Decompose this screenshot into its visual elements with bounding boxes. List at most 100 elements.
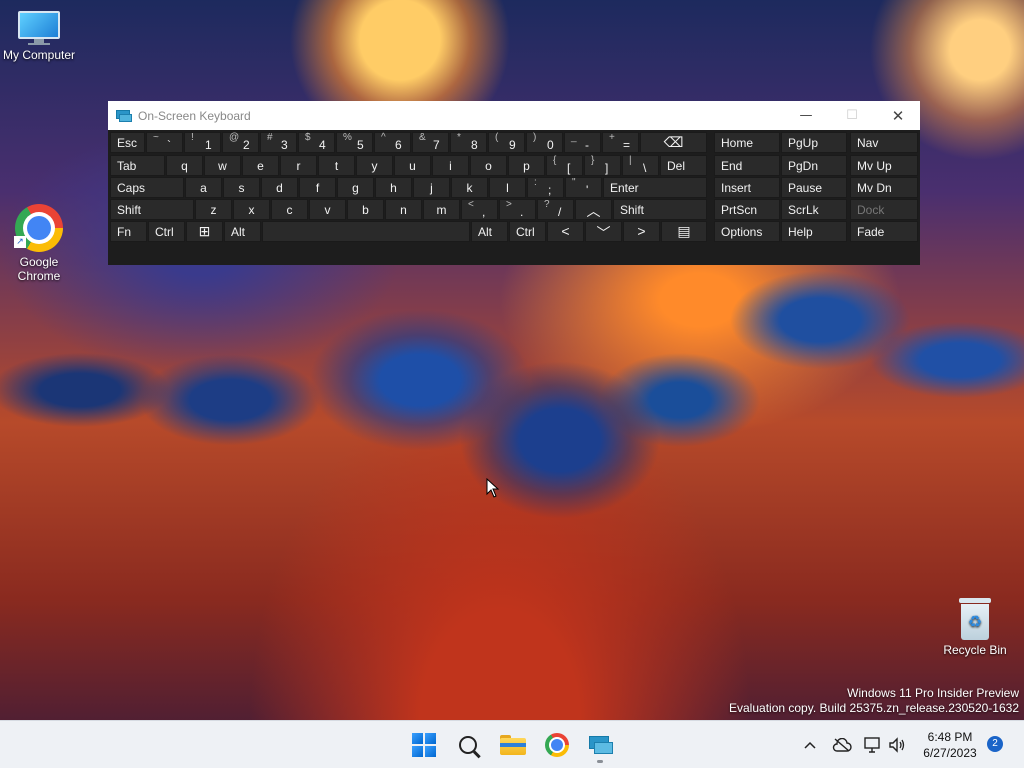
- key-pipe[interactable]: | \: [622, 155, 659, 176]
- key-down[interactable]: ﹀: [585, 221, 622, 242]
- key-ralt[interactable]: Alt: [471, 221, 508, 242]
- key-question[interactable]: ? /: [537, 199, 574, 220]
- key-e[interactable]: e: [242, 155, 279, 176]
- key-insert[interactable]: Insert: [714, 177, 780, 198]
- key-h[interactable]: h: [375, 177, 412, 198]
- key-rshift[interactable]: Shift: [613, 199, 707, 220]
- key-fade[interactable]: Fade: [850, 221, 918, 242]
- key-a[interactable]: a: [185, 177, 222, 198]
- key-pgdn[interactable]: PgDn: [781, 155, 847, 176]
- chrome-taskbar-button[interactable]: [540, 729, 574, 761]
- key-n5[interactable]: % 5: [336, 132, 373, 153]
- key-lt[interactable]: <,: [461, 199, 498, 220]
- key-caps[interactable]: Caps: [110, 177, 184, 198]
- key-enter[interactable]: Enter: [603, 177, 707, 198]
- key-b[interactable]: b: [347, 199, 384, 220]
- desktop-icon-google-chrome[interactable]: Google Chrome: [0, 204, 78, 283]
- key-t[interactable]: t: [318, 155, 355, 176]
- key-tilde[interactable]: ~ `: [146, 132, 183, 153]
- key-dock[interactable]: Dock: [850, 199, 918, 220]
- key-o[interactable]: o: [470, 155, 507, 176]
- key-help[interactable]: Help: [781, 221, 847, 242]
- key-lalt[interactable]: Alt: [224, 221, 261, 242]
- key-k[interactable]: k: [451, 177, 488, 198]
- notification-badge[interactable]: 2: [987, 736, 1003, 752]
- start-button[interactable]: [407, 729, 441, 761]
- key-n[interactable]: n: [385, 199, 422, 220]
- key-fn[interactable]: Fn: [110, 221, 147, 242]
- key-d[interactable]: d: [261, 177, 298, 198]
- key-lctrl[interactable]: Ctrl: [148, 221, 185, 242]
- key-p[interactable]: p: [508, 155, 545, 176]
- key-right[interactable]: >: [623, 221, 660, 242]
- key-pgup[interactable]: PgUp: [781, 132, 847, 153]
- key-pause[interactable]: Pause: [781, 177, 847, 198]
- key-home[interactable]: Home: [714, 132, 780, 153]
- key-n2[interactable]: @2: [222, 132, 259, 153]
- onedrive-status-button[interactable]: [830, 729, 854, 761]
- key-y[interactable]: y: [356, 155, 393, 176]
- key-colon[interactable]: :;: [527, 177, 564, 198]
- key-q[interactable]: q: [166, 155, 203, 176]
- on-screen-keyboard-window[interactable]: On-Screen Keyboard — ☐ ✕ Esc ~ `! 1 @2 #3 $4% 5…: [108, 101, 920, 265]
- desktop-icon-recycle-bin[interactable]: ♻ Recycle Bin: [936, 598, 1014, 657]
- key-lbrace[interactable]: {[: [546, 155, 583, 176]
- key-n8[interactable]: * 8: [450, 132, 487, 153]
- key-prtscn[interactable]: PrtScn: [714, 199, 780, 220]
- key-win[interactable]: ⊞: [186, 221, 223, 242]
- file-explorer-button[interactable]: [496, 729, 530, 761]
- maximize-button[interactable]: ☐: [829, 101, 875, 130]
- key-minus[interactable]: _ -: [564, 132, 601, 153]
- key-scrlk[interactable]: ScrLk: [781, 199, 847, 220]
- key-mvdn[interactable]: Mv Dn: [850, 177, 918, 198]
- key-n3[interactable]: #3: [260, 132, 297, 153]
- desktop-icon-my-computer[interactable]: My Computer: [0, 11, 78, 62]
- key-l[interactable]: l: [489, 177, 526, 198]
- key-lshift[interactable]: Shift: [110, 199, 194, 220]
- key-end[interactable]: End: [714, 155, 780, 176]
- close-button[interactable]: ✕: [875, 101, 921, 130]
- key-j[interactable]: j: [413, 177, 450, 198]
- title-bar[interactable]: On-Screen Keyboard — ☐ ✕: [108, 101, 920, 130]
- key-f[interactable]: f: [299, 177, 336, 198]
- key-quote[interactable]: " ': [565, 177, 602, 198]
- key-u[interactable]: u: [394, 155, 431, 176]
- key-menu[interactable]: ▤: [661, 221, 707, 242]
- key-x[interactable]: x: [233, 199, 270, 220]
- key-r[interactable]: r: [280, 155, 317, 176]
- key-n4[interactable]: $4: [298, 132, 335, 153]
- key-w[interactable]: w: [204, 155, 241, 176]
- key-mvup[interactable]: Mv Up: [850, 155, 918, 176]
- key-n9[interactable]: (9: [488, 132, 525, 153]
- key-n6[interactable]: ^ 6: [374, 132, 411, 153]
- taskbar-clock[interactable]: 6:48 PM 6/27/2023: [914, 729, 986, 761]
- key-g[interactable]: g: [337, 177, 374, 198]
- show-hidden-icons-button[interactable]: [800, 729, 820, 761]
- key-rbrace[interactable]: }]: [584, 155, 621, 176]
- key-m[interactable]: m: [423, 199, 460, 220]
- search-button[interactable]: [451, 729, 485, 761]
- key-i[interactable]: i: [432, 155, 469, 176]
- key-esc[interactable]: Esc: [110, 132, 145, 153]
- minimize-button[interactable]: —: [783, 101, 829, 130]
- key-plus[interactable]: + =: [602, 132, 639, 153]
- key-space[interactable]: [262, 221, 470, 242]
- key-rctrl[interactable]: Ctrl: [509, 221, 546, 242]
- key-left[interactable]: <: [547, 221, 584, 242]
- key-v[interactable]: v: [309, 199, 346, 220]
- volume-button[interactable]: [886, 729, 908, 761]
- network-button[interactable]: [862, 729, 884, 761]
- key-gt[interactable]: >.: [499, 199, 536, 220]
- key-nav[interactable]: Nav: [850, 132, 918, 153]
- key-backspace[interactable]: ⌫: [640, 132, 707, 153]
- key-options[interactable]: Options: [714, 221, 780, 242]
- key-n7[interactable]: & 7: [412, 132, 449, 153]
- on-screen-keyboard-taskbar-button[interactable]: [584, 729, 618, 761]
- key-del[interactable]: Del: [660, 155, 707, 176]
- key-z[interactable]: z: [195, 199, 232, 220]
- key-tab[interactable]: Tab: [110, 155, 165, 176]
- key-c[interactable]: c: [271, 199, 308, 220]
- key-n0[interactable]: ) 0: [526, 132, 563, 153]
- key-s[interactable]: s: [223, 177, 260, 198]
- key-up[interactable]: ︿: [575, 199, 612, 220]
